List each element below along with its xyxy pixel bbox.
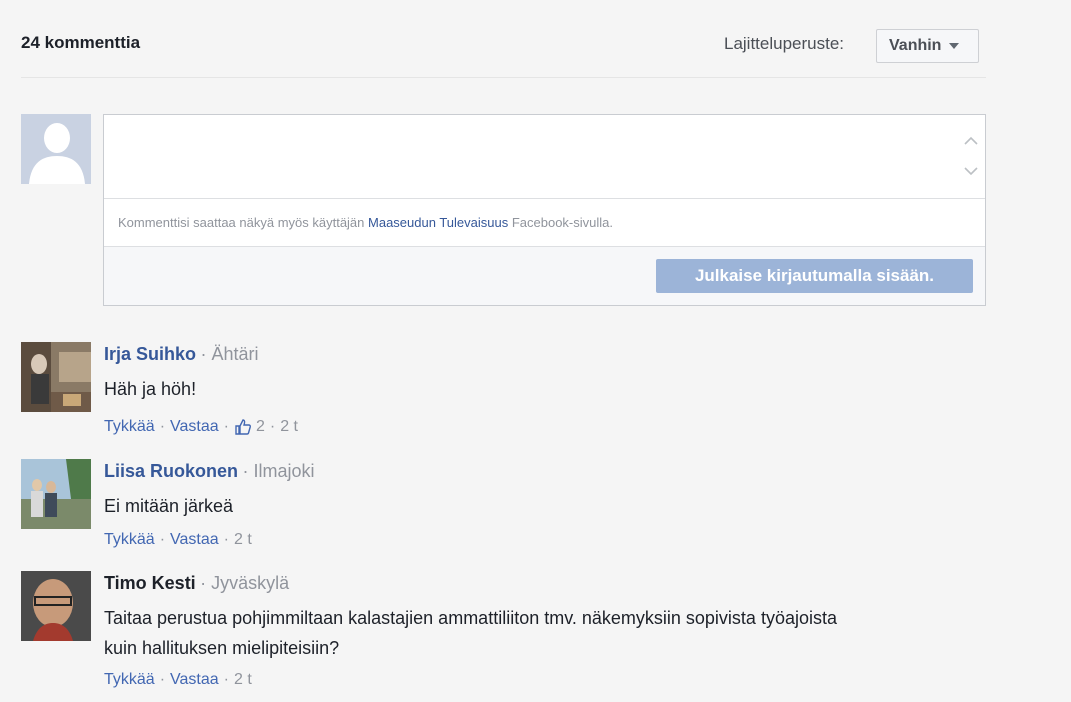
reply-button[interactable]: Vastaa: [170, 671, 219, 689]
comment-location-sep: ·: [200, 573, 212, 593]
sort-value: Vanhin: [889, 37, 942, 54]
composer-footer: Julkaise kirjautumalla sisään.: [104, 246, 985, 305]
comment-count: 24 kommenttia: [21, 33, 141, 52]
comment-text: Häh ja höh!: [104, 379, 197, 399]
post-button[interactable]: Julkaise kirjautumalla sisään.: [656, 259, 973, 293]
comment-location-sep: ·: [200, 344, 212, 364]
avatar[interactable]: [21, 459, 91, 529]
comment-text-line: Taitaa perustua pohjimmiltaan kalastajie…: [104, 608, 837, 628]
comment-location: Ilmajoki: [253, 461, 315, 481]
thumbs-up-icon: [235, 419, 251, 435]
scroll-down-icon[interactable]: [963, 163, 979, 179]
page-link[interactable]: Maaseudun Tulevaisuus: [368, 215, 508, 230]
reply-button[interactable]: Vastaa: [170, 418, 219, 436]
comment-input[interactable]: [104, 115, 985, 199]
avatar[interactable]: [21, 571, 91, 641]
like-button[interactable]: Tykkää: [104, 531, 155, 549]
comment-composer: Kommenttisi saattaa näkyä myös käyttäjän…: [103, 114, 986, 306]
comment-text: Ei mitään järkeä: [104, 496, 234, 516]
scroll-up-icon[interactable]: [963, 133, 979, 149]
reply-button[interactable]: Vastaa: [170, 531, 219, 549]
separator: ·: [159, 671, 166, 688]
comment-actions: Tykkää · Vastaa · 2 t: [104, 531, 252, 549]
separator: ·: [223, 671, 229, 688]
separator: ·: [269, 418, 276, 435]
comment-location-sep: ·: [242, 461, 254, 481]
comment-text-line: kuin hallituksen mielipiteisiin?: [104, 638, 340, 658]
comment-author: Timo Kesti: [104, 573, 196, 593]
like-button[interactable]: Tykkää: [104, 671, 155, 689]
default-avatar: [21, 114, 91, 184]
separator: ·: [159, 418, 166, 435]
comment-time[interactable]: 2 t: [234, 671, 252, 689]
comment-text: Taitaa perustua pohjimmiltaan kalastajie…: [104, 603, 837, 663]
comment-header: Irja Suihko · Ähtäri: [104, 344, 259, 365]
divider: [21, 77, 986, 78]
sort-label: Lajitteluperuste:: [724, 34, 845, 53]
comment-location: Jyväskylä: [211, 573, 290, 593]
notice-suffix: Facebook-sivulla.: [511, 215, 613, 230]
like-count[interactable]: 2: [256, 418, 265, 436]
comment-time[interactable]: 2 t: [234, 531, 252, 549]
share-notice: Kommenttisi saattaa näkyä myös käyttäjän…: [118, 215, 613, 230]
sort-dropdown[interactable]: Vanhin: [876, 29, 979, 63]
avatar[interactable]: [21, 342, 91, 412]
like-button[interactable]: Tykkää: [104, 418, 155, 436]
separator: ·: [159, 531, 166, 548]
comment-header: Liisa Ruokonen · Ilmajoki: [104, 461, 314, 482]
separator: ·: [223, 531, 229, 548]
separator: ·: [223, 418, 229, 435]
comment-actions: Tykkää · Vastaa · 2 t: [104, 671, 252, 689]
comment-location: Ähtäri: [211, 344, 259, 364]
notice-prefix: Kommenttisi saattaa näkyä myös käyttäjän: [118, 215, 365, 230]
caret-down-icon: [949, 43, 960, 49]
comment-actions: Tykkää · Vastaa · 2 · 2 t: [104, 418, 298, 436]
comment-author[interactable]: Irja Suihko: [104, 344, 196, 364]
comment-header: Timo Kesti · Jyväskylä: [104, 573, 289, 594]
comment-author[interactable]: Liisa Ruokonen: [104, 461, 238, 481]
comment-time[interactable]: 2 t: [280, 418, 298, 436]
